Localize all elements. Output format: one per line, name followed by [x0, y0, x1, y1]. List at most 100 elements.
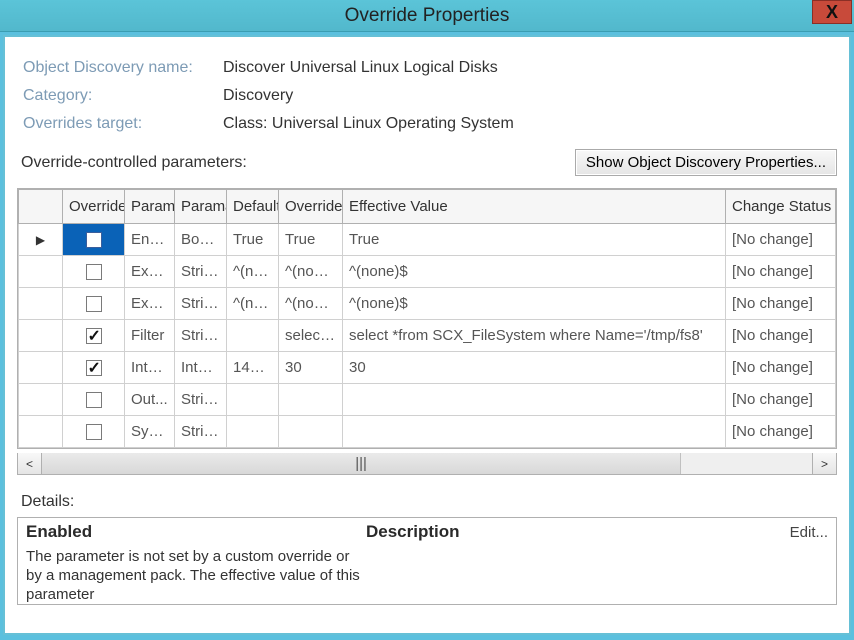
chevron-right-icon: > [821, 457, 828, 471]
parameter-type-cell[interactable]: String [175, 320, 227, 352]
show-object-discovery-properties-button[interactable]: Show Object Discovery Properties... [575, 149, 837, 176]
col-override-value[interactable]: Override [279, 190, 343, 224]
table-row[interactable]: Excl...String^(no...^(none)$^(none)$[No … [19, 288, 836, 320]
table-row[interactable]: Out...String [No change] [19, 384, 836, 416]
col-default-value[interactable]: Default [227, 190, 279, 224]
override-value-cell[interactable]: ^(none)$ [279, 288, 343, 320]
override-checkbox[interactable] [86, 232, 102, 248]
parameter-type-cell[interactable]: String [175, 288, 227, 320]
effective-value-cell[interactable]: ^(none)$ [343, 288, 726, 320]
override-value-cell[interactable] [279, 384, 343, 416]
row-indicator-cell[interactable] [19, 256, 63, 288]
table-row[interactable]: FilterString select *f...select *from SCX… [19, 320, 836, 352]
col-rowselector[interactable] [19, 190, 63, 224]
overrides-target-value: Class: Universal Linux Operating System [223, 115, 831, 133]
col-parameter-name[interactable]: Paramε [125, 190, 175, 224]
table-row[interactable]: Inter...Integer144003030[No change] [19, 352, 836, 384]
parameter-name-cell[interactable]: Filter [125, 320, 175, 352]
override-value-cell[interactable]: select *f... [279, 320, 343, 352]
change-status-cell[interactable]: [No change] [726, 352, 836, 384]
parameter-name-cell[interactable]: Ena... [125, 224, 175, 256]
override-checkbox[interactable] [86, 424, 102, 440]
default-value-cell[interactable]: 14400 [227, 352, 279, 384]
override-checkbox-cell[interactable] [63, 384, 125, 416]
table-row[interactable]: Syn...String [No change] [19, 416, 836, 448]
effective-value-cell[interactable] [343, 416, 726, 448]
scroll-thumb[interactable]: ||| [42, 453, 681, 474]
effective-value-cell[interactable]: 30 [343, 352, 726, 384]
parameter-type-cell[interactable]: Bool... [175, 224, 227, 256]
category-label: Category: [23, 87, 223, 105]
change-status-cell[interactable]: [No change] [726, 224, 836, 256]
default-value-cell[interactable] [227, 416, 279, 448]
override-value-cell[interactable]: ^(none)$ [279, 256, 343, 288]
current-row-icon [36, 231, 45, 248]
category-value: Discovery [223, 87, 831, 105]
parameter-type-cell[interactable]: String [175, 256, 227, 288]
parameter-type-cell[interactable]: String [175, 384, 227, 416]
horizontal-scrollbar[interactable]: < ||| > [17, 453, 837, 475]
effective-value-cell[interactable] [343, 384, 726, 416]
parameter-name-cell[interactable]: Excl... [125, 256, 175, 288]
chevron-left-icon: < [26, 457, 33, 471]
override-checkbox-cell[interactable] [63, 416, 125, 448]
details-parameter-name: Enabled [26, 522, 366, 542]
dialog-body: Object Discovery name: Discover Universa… [3, 35, 851, 635]
row-indicator-cell[interactable] [19, 352, 63, 384]
col-change-status[interactable]: Change Status [726, 190, 836, 224]
effective-value-cell[interactable]: ^(none)$ [343, 256, 726, 288]
override-checkbox[interactable] [86, 296, 102, 312]
col-override[interactable]: Override [63, 190, 125, 224]
parameter-type-cell[interactable]: Integer [175, 352, 227, 384]
toolbar-row: Override-controlled parameters: Show Obj… [17, 149, 837, 176]
details-text: The parameter is not set by a custom ove… [26, 548, 366, 604]
parameter-name-cell[interactable]: Syn... [125, 416, 175, 448]
discovery-name-label: Object Discovery name: [23, 59, 223, 77]
row-indicator-cell[interactable] [19, 288, 63, 320]
row-indicator-cell[interactable] [19, 320, 63, 352]
parameter-type-cell[interactable]: String [175, 416, 227, 448]
change-status-cell[interactable]: [No change] [726, 320, 836, 352]
scroll-track[interactable]: ||| [42, 453, 812, 474]
override-checkbox[interactable] [86, 328, 102, 344]
table-header-row: Override Paramε Paramε Default Override … [19, 190, 836, 224]
change-status-cell[interactable]: [No change] [726, 288, 836, 320]
parameter-name-cell[interactable]: Out... [125, 384, 175, 416]
override-checkbox[interactable] [86, 264, 102, 280]
details-edit-link[interactable]: Edit... [790, 524, 828, 541]
details-description-label: Description [366, 522, 790, 542]
scroll-left-button[interactable]: < [18, 453, 42, 474]
parameter-name-cell[interactable]: Inter... [125, 352, 175, 384]
col-effective-value[interactable]: Effective Value [343, 190, 726, 224]
override-value-cell[interactable]: 30 [279, 352, 343, 384]
parameter-name-cell[interactable]: Excl... [125, 288, 175, 320]
default-value-cell[interactable] [227, 384, 279, 416]
default-value-cell[interactable]: ^(no... [227, 256, 279, 288]
close-button[interactable]: X [812, 0, 852, 24]
effective-value-cell[interactable]: True [343, 224, 726, 256]
override-checkbox[interactable] [86, 392, 102, 408]
row-indicator-cell[interactable] [19, 416, 63, 448]
scroll-right-button[interactable]: > [812, 453, 836, 474]
window-title: Override Properties [345, 5, 510, 27]
change-status-cell[interactable]: [No change] [726, 416, 836, 448]
override-checkbox-cell[interactable] [63, 352, 125, 384]
table-row[interactable]: Ena...Bool...TrueTrueTrue[No change] [19, 224, 836, 256]
override-value-cell[interactable]: True [279, 224, 343, 256]
change-status-cell[interactable]: [No change] [726, 384, 836, 416]
row-indicator-cell[interactable] [19, 384, 63, 416]
override-checkbox-cell[interactable] [63, 288, 125, 320]
override-checkbox[interactable] [86, 360, 102, 376]
row-indicator-cell[interactable] [19, 224, 63, 256]
change-status-cell[interactable]: [No change] [726, 256, 836, 288]
override-checkbox-cell[interactable] [63, 256, 125, 288]
col-parameter-type[interactable]: Paramε [175, 190, 227, 224]
override-checkbox-cell[interactable] [63, 224, 125, 256]
default-value-cell[interactable] [227, 320, 279, 352]
table-row[interactable]: Excl...String^(no...^(none)$^(none)$[No … [19, 256, 836, 288]
effective-value-cell[interactable]: select *from SCX_FileSystem where Name='… [343, 320, 726, 352]
override-value-cell[interactable] [279, 416, 343, 448]
default-value-cell[interactable]: ^(no... [227, 288, 279, 320]
override-checkbox-cell[interactable] [63, 320, 125, 352]
default-value-cell[interactable]: True [227, 224, 279, 256]
